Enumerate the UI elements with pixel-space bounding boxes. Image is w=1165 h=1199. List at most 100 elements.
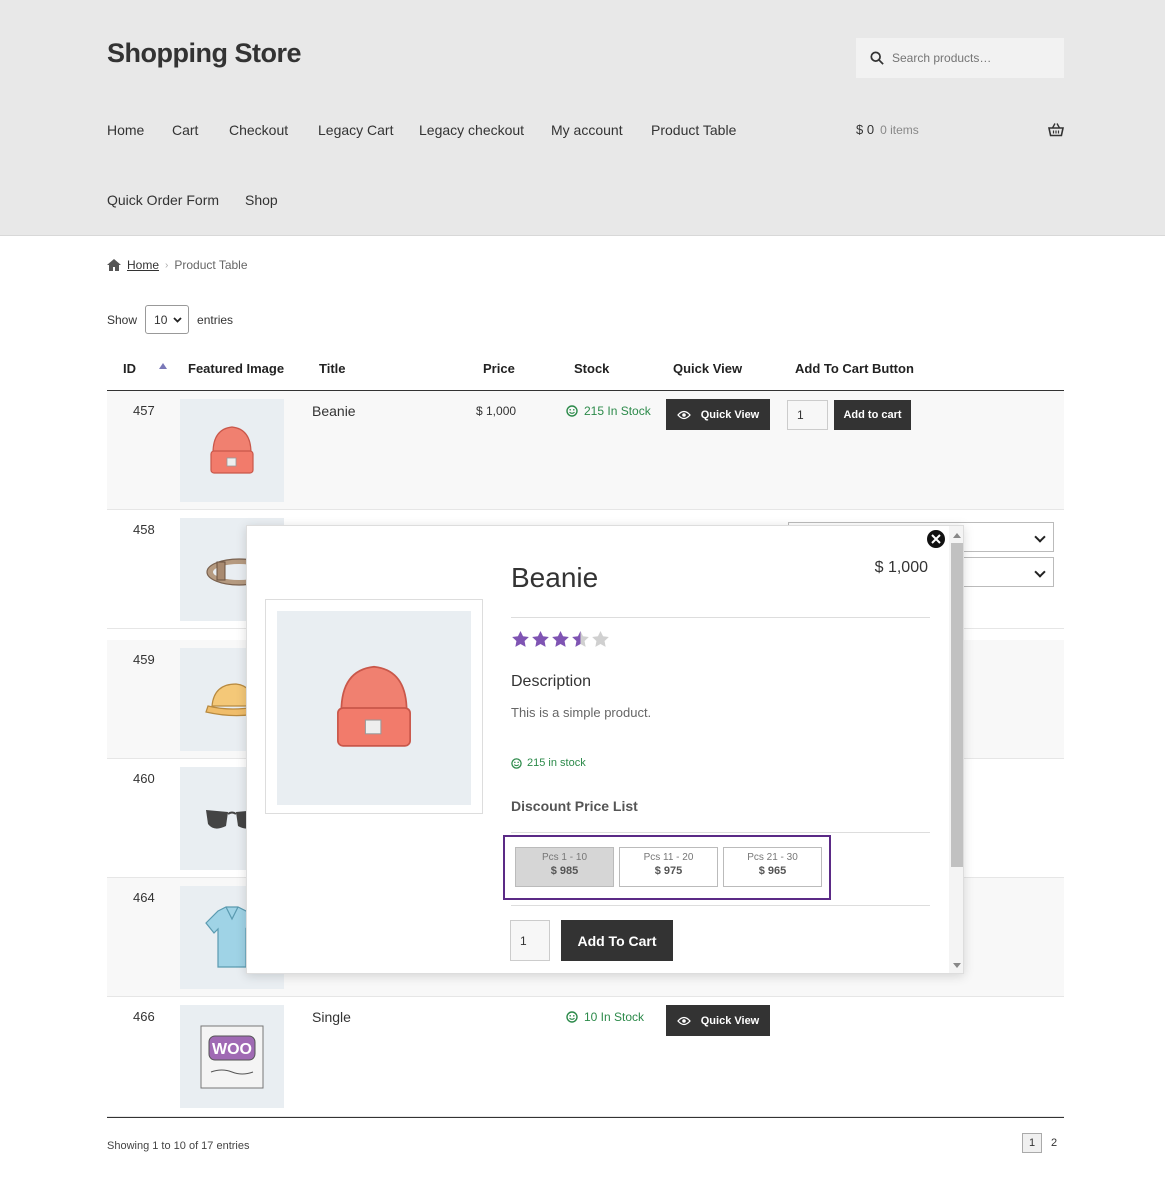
table-row: 466 WOO Single 10 In Stock Quick View [107, 997, 1064, 1117]
col-title[interactable]: Title [319, 361, 346, 376]
modal-image-frame [265, 599, 483, 814]
modal-quantity-input[interactable]: 1 [510, 920, 550, 961]
quick-view-button[interactable]: Quick View [666, 399, 770, 430]
sort-asc-icon [159, 363, 167, 369]
star-full-icon [532, 630, 549, 647]
stock-text: 215 in stock [527, 757, 586, 769]
discount-tier-2[interactable]: Pcs 11 - 20 $ 975 [619, 847, 718, 887]
scrollbar-thumb[interactable] [951, 543, 963, 867]
row-id: 459 [133, 652, 155, 667]
star-empty-icon [592, 630, 609, 647]
row-title[interactable]: Single [312, 1009, 351, 1025]
cart-amount: $ 0 [856, 122, 875, 137]
nav-quick-order-form[interactable]: Quick Order Form [107, 192, 219, 208]
basket-icon[interactable] [1048, 122, 1064, 138]
smile-icon [566, 405, 578, 417]
pagination: 1 2 [1022, 1133, 1064, 1153]
row-title[interactable]: Beanie [312, 403, 356, 419]
quick-view-label: Quick View [700, 1014, 760, 1027]
scroll-up-arrow[interactable] [953, 533, 961, 538]
col-add-to-cart[interactable]: Add To Cart Button [795, 361, 914, 376]
col-quick-view[interactable]: Quick View [673, 361, 742, 376]
row-id: 460 [133, 771, 155, 786]
stock-text: 215 In Stock [584, 404, 651, 418]
row-id: 458 [133, 522, 155, 537]
page-2[interactable]: 2 [1044, 1133, 1064, 1153]
col-id[interactable]: ID [123, 361, 136, 376]
beanie-image [337, 665, 411, 747]
description-heading: Description [511, 673, 592, 690]
nav-product-table[interactable]: Product Table [651, 122, 736, 138]
eye-icon [676, 1016, 691, 1025]
site-header: Shopping Store Home Cart Checkout Legacy… [0, 0, 1165, 236]
header-cart[interactable]: $ 0 0 items [856, 122, 1064, 137]
col-price[interactable]: Price [483, 361, 515, 376]
nav-cart[interactable]: Cart [172, 122, 198, 138]
modal-product-price: $ 1,000 [874, 559, 928, 576]
smile-icon [511, 757, 522, 769]
entries-control: Show 10 entries [107, 305, 233, 334]
nav-my-account[interactable]: My account [551, 122, 623, 138]
stock-text: 10 In Stock [584, 1010, 645, 1024]
woo-single-image: WOO [200, 1025, 264, 1088]
page-1[interactable]: 1 [1022, 1133, 1042, 1153]
quantity-input[interactable]: 1 [787, 400, 828, 430]
col-featured-image[interactable]: Featured Image [188, 361, 284, 376]
breadcrumb-separator: › [165, 259, 169, 271]
quick-view-button[interactable]: Quick View [666, 1005, 770, 1036]
search-input[interactable] [892, 51, 1052, 65]
breadcrumb: Home › Product Table [107, 258, 248, 272]
entries-select[interactable]: 10 [145, 305, 190, 334]
discount-tier-3[interactable]: Pcs 21 - 30 $ 965 [723, 847, 822, 887]
search-box[interactable] [856, 38, 1064, 78]
home-icon [107, 259, 121, 271]
modal-scrollbar[interactable] [949, 526, 963, 973]
site-title[interactable]: Shopping Store [107, 38, 301, 69]
nav-checkout[interactable]: Checkout [229, 122, 288, 138]
divider [511, 905, 930, 906]
eye-icon [676, 410, 691, 419]
nav-home[interactable]: Home [107, 122, 144, 138]
product-thumbnail[interactable]: WOO [180, 1005, 284, 1108]
modal-add-to-cart-button[interactable]: Add To Cart [561, 920, 673, 961]
tier-price: $ 975 [654, 865, 683, 877]
close-modal-button[interactable] [926, 529, 946, 549]
col-stock[interactable]: Stock [574, 361, 609, 376]
row-id: 464 [133, 890, 155, 905]
discount-tier-list: Pcs 1 - 10 $ 985 Pcs 11 - 20 $ 975 Pcs 2… [503, 835, 831, 900]
table-row: 457 Beanie $ 1,000 215 In Stock Quick Vi… [107, 391, 1064, 510]
search-icon [870, 51, 884, 65]
row-id: 466 [133, 1009, 155, 1024]
star-full-icon [512, 630, 529, 647]
nav-shop[interactable]: Shop [245, 192, 278, 208]
row-price: $ 1,000 [476, 404, 517, 418]
entries-value: 10 [154, 312, 168, 327]
modal-product-image[interactable] [277, 611, 471, 805]
table-info: Showing 1 to 10 of 17 entries [107, 1140, 250, 1152]
close-icon [931, 534, 941, 544]
quick-view-modal: Beanie $ 1,000 Description This is a sim… [246, 525, 964, 974]
row-id: 457 [133, 403, 155, 418]
modal-product-title: Beanie [511, 562, 599, 593]
modal-stock: 215 in stock [511, 757, 586, 769]
nav-legacy-checkout[interactable]: Legacy checkout [419, 122, 524, 138]
nav-legacy-cart[interactable]: Legacy Cart [318, 122, 393, 138]
tier-range: Pcs 21 - 30 [747, 852, 798, 863]
add-to-cart-button[interactable]: Add to cart [834, 400, 911, 430]
quick-view-label: Quick View [700, 408, 760, 421]
row-stock: 10 In Stock [566, 1010, 644, 1024]
chevron-down-icon [173, 316, 182, 323]
breadcrumb-home[interactable]: Home [127, 258, 159, 272]
scroll-down-arrow[interactable] [953, 963, 961, 968]
product-thumbnail[interactable] [180, 399, 284, 502]
cart-count: 0 items [880, 122, 919, 137]
star-half-icon [572, 630, 589, 647]
smile-icon [566, 1011, 578, 1023]
tier-range: Pcs 11 - 20 [643, 852, 694, 863]
table-header: ID Featured Image Title Price Stock Quic… [107, 350, 1064, 391]
show-label: Show [107, 312, 138, 327]
tier-price: $ 965 [758, 865, 787, 877]
entries-label: entries [197, 312, 234, 327]
discount-tier-1[interactable]: Pcs 1 - 10 $ 985 [515, 847, 614, 887]
table-footer-divider [107, 1117, 1064, 1118]
